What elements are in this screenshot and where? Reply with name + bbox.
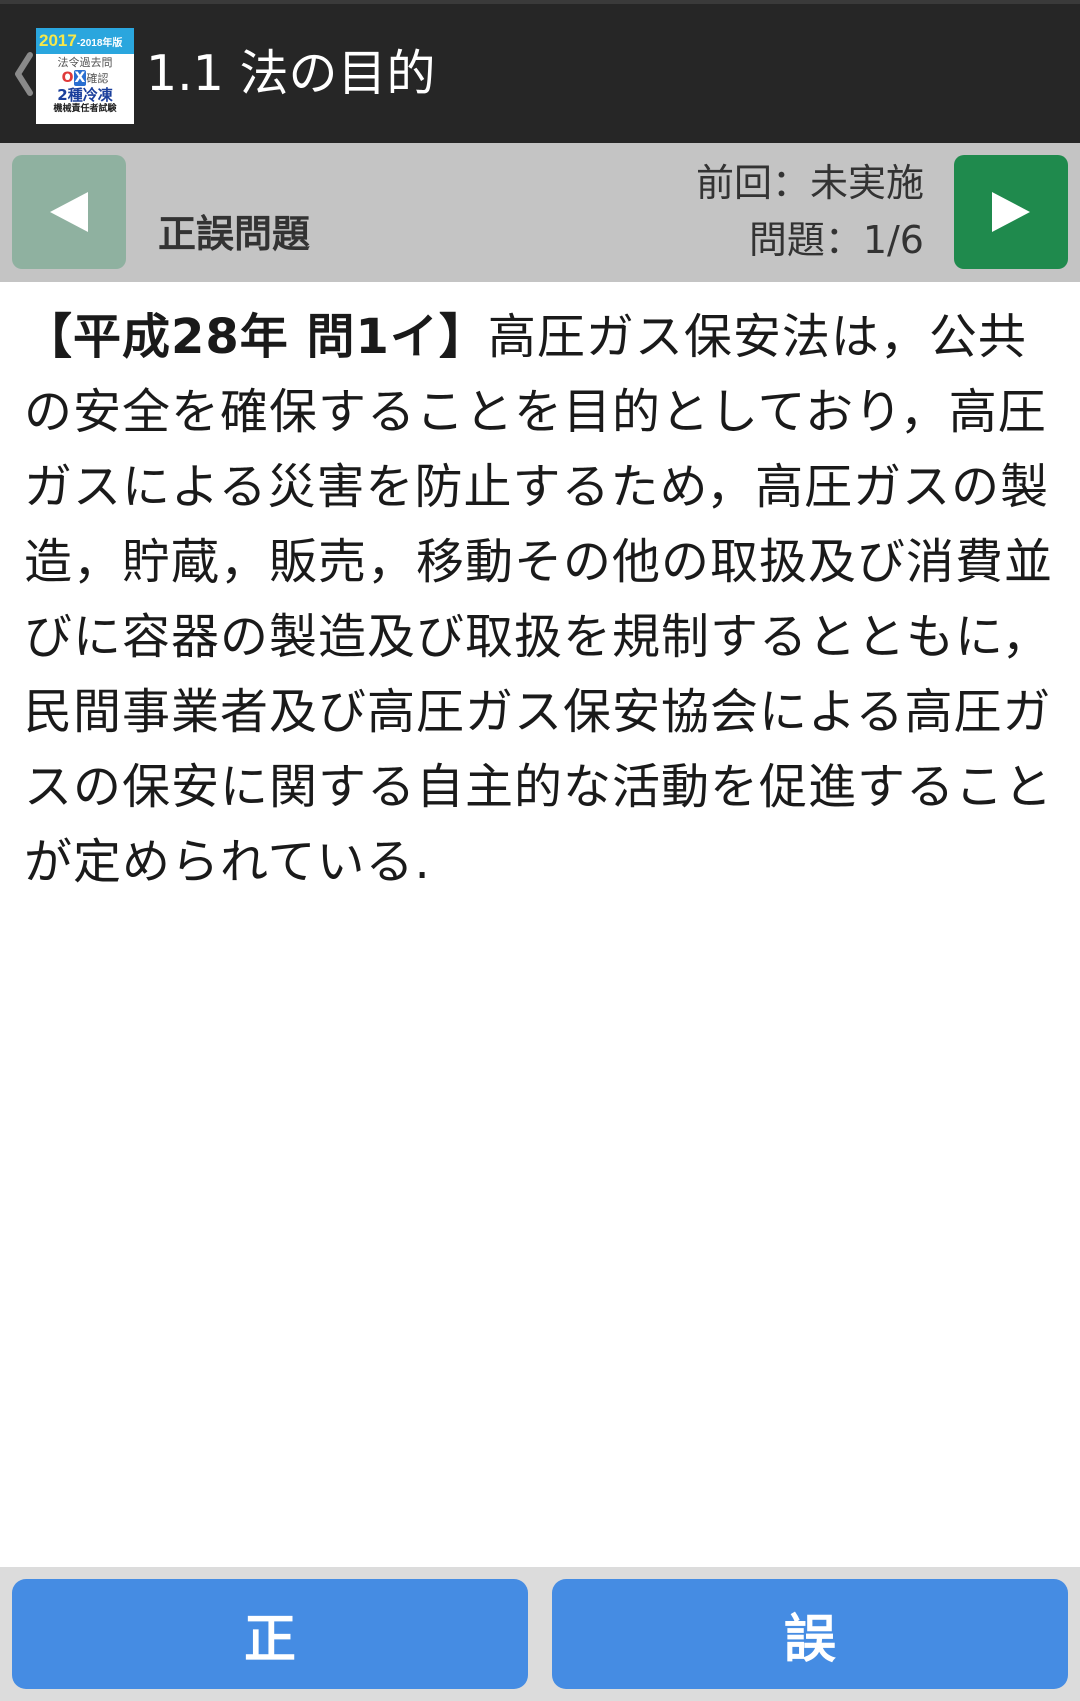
logo-year-band: 2017-2018年版 xyxy=(36,28,134,54)
chevron-left-icon[interactable] xyxy=(10,49,36,99)
question-text: 【平成28年 問1イ】高圧ガス保安法は，公共の安全を確保することを目的としており… xyxy=(24,300,1054,900)
app-screen: 2017-2018年版 法令過去問 OX確認 2種冷凍 機械責任者試験 1.1 … xyxy=(0,0,1080,1701)
logo-line-4: 機械責任者試験 xyxy=(53,104,117,114)
question-progress-text: 問題：1/6 xyxy=(748,218,924,262)
triangle-right-icon xyxy=(992,192,1030,232)
question-statement: 高圧ガス保安法は，公共の安全を確保することを目的としており，高圧ガスによる災害を… xyxy=(24,309,1054,890)
previous-result-text: 前回：未実施 xyxy=(695,161,924,205)
logo-line-1: 法令過去問 xyxy=(57,56,113,69)
action-bar: 2017-2018年版 法令過去問 OX確認 2種冷凍 機械責任者試験 1.1 … xyxy=(0,0,1080,143)
screen-title: 1.1 法の目的 xyxy=(146,45,436,102)
logo-line-2: OX確認 xyxy=(61,70,109,86)
triangle-left-icon xyxy=(50,192,88,232)
question-type-label: 正誤問題 xyxy=(158,212,311,256)
logo-line-3: 2種冷凍 xyxy=(57,86,113,104)
answer-false-button[interactable]: 誤 xyxy=(552,1579,1068,1689)
next-question-button[interactable] xyxy=(954,155,1068,269)
question-source-tag: 【平成28年 問1イ】 xyxy=(24,309,488,365)
answer-true-button[interactable]: 正 xyxy=(12,1579,528,1689)
question-header: 正誤問題 前回：未実施 問題：1/6 xyxy=(0,143,1080,282)
answer-bar: 正 誤 xyxy=(0,1567,1080,1701)
status-block: 前回：未実施 問題：1/6 xyxy=(696,155,924,269)
previous-question-button[interactable] xyxy=(12,155,126,269)
app-logo[interactable]: 2017-2018年版 法令過去問 OX確認 2種冷凍 機械責任者試験 xyxy=(36,28,134,124)
